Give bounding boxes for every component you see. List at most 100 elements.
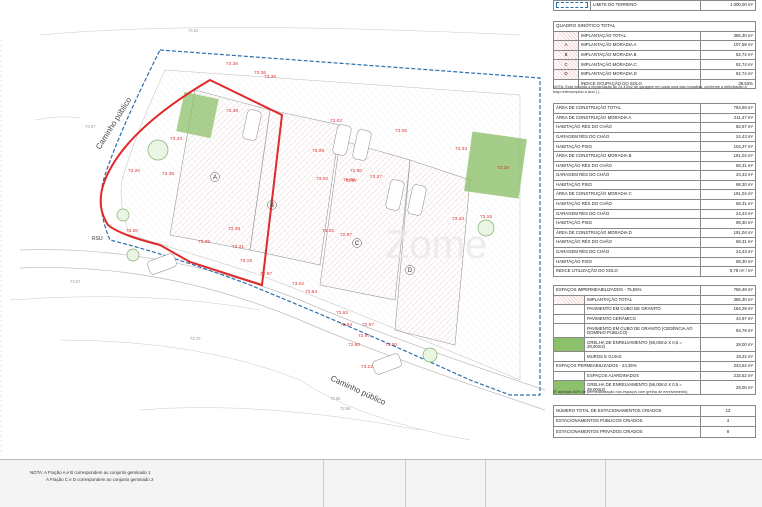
legend-label: LIMITE DO TERRENO xyxy=(590,0,701,11)
construcao-value: 784,59 m² xyxy=(700,103,756,114)
espacos-note: (É aplicado 50% de permeabilização nos e… xyxy=(553,390,688,394)
quadro-key: D xyxy=(553,68,579,80)
construcao-value: 191,04 m² xyxy=(700,189,756,200)
espacos-row: ESPAÇOS AJARDINADOS 215,52 m² xyxy=(553,370,756,382)
legend-table: LIMITE DO TERRENO 1.000,00 m² xyxy=(553,0,756,11)
estacionamento-row: ESTACIONAMENTOS PÚBLICOS CRIADOS 4 xyxy=(553,415,756,427)
espacos-label: ESPAÇOS PERMEABILIZADOS - 24,35% xyxy=(553,360,701,372)
espacos-value: 28,00 m² xyxy=(700,337,756,353)
elevation-label: 72.97 xyxy=(358,333,370,339)
elevation-label: 72.97 xyxy=(260,271,272,277)
quadro-value: 92,74 m² xyxy=(700,68,756,80)
contour-label: 73.57 xyxy=(70,279,81,284)
elevation-label: 72.92 xyxy=(336,310,348,316)
quadro-row: B IMPLANTAÇÃO MORADIA B 92,74 m² xyxy=(553,49,756,61)
espacos-value: 215,52 m² xyxy=(700,370,756,382)
quadro-value: 385,30 m² xyxy=(700,30,756,42)
construcao-row: HABITAÇÃO PISO 98,30 m² xyxy=(553,218,756,229)
construcao-row: GARAGEM RÉS DO CHÃO 24,43 m² xyxy=(553,208,756,220)
elevation-label: 73.22 xyxy=(361,364,373,370)
construcao-row: ÁREA DE CONSTRUÇÃO MORADIA B 191,04 m² xyxy=(553,150,756,162)
construcao-row: HABITAÇÃO RÉS DO CHÃO 68,31 m² xyxy=(553,160,756,172)
quadro-value: 92,74 m² xyxy=(700,49,756,61)
espacos-swatch xyxy=(553,313,585,325)
espacos-swatch xyxy=(553,370,585,382)
espacos-swatch xyxy=(553,294,585,306)
construcao-table: ÁREA DE CONSTRUÇÃO TOTAL 784,59 m² ÁREA DE… xyxy=(553,103,756,277)
estacionamento-label: ESTACIONAMENTOS PRIVADOS CRIADOS xyxy=(553,426,701,438)
construcao-row: GARAGEM RÉS DO CHÃO 24,43 m² xyxy=(553,170,756,181)
espacos-swatch xyxy=(553,337,585,353)
construcao-label: HABITAÇÃO PISO xyxy=(553,141,701,152)
quadro-value: 107,58 m² xyxy=(700,40,756,51)
construcao-label: GARAGEM RÉS DO CHÃO xyxy=(553,208,701,220)
elevation-label: 73.00 xyxy=(385,342,397,348)
elevation-label: 73.20 xyxy=(128,168,140,174)
construcao-label: HABITAÇÃO RÉS DO CHÃO xyxy=(553,237,701,248)
estacionamento-label: ESTACIONAMENTOS PÚBLICOS CRIADOS xyxy=(553,415,701,427)
estacionamento-row: NÚMERO TOTAL DE ESTACIONAMENTOS CRIADOS 1… xyxy=(553,405,756,417)
elevation-label: 73.38 xyxy=(226,108,238,114)
espacos-label: ESPAÇOS IMPERMEABILIZADOS - 75,65% xyxy=(553,285,701,296)
elevation-label: 72.60 xyxy=(348,342,360,348)
construcao-row: ÁREA DE CONSTRUÇÃO MORADIA A 211,47 m² xyxy=(553,112,756,124)
quadro-label: IMPLANTAÇÃO MORADIA B xyxy=(578,49,701,61)
contour-label: 72.56 xyxy=(340,406,351,411)
elevation-label: 73.06 xyxy=(395,128,407,134)
street-label-bottom: Caminho público xyxy=(329,374,387,408)
construcao-label: GARAGEM RÉS DO CHÃO xyxy=(553,131,701,143)
construcao-value: 68,31 m² xyxy=(700,237,756,248)
elevation-label: 73.20 xyxy=(126,228,138,234)
construcao-row: GARAGEM RÉS DO CHÃO 24,43 m² xyxy=(553,131,756,143)
construcao-row: HABITAÇÃO PISO 104,37 m² xyxy=(553,141,756,152)
construcao-value: 191,04 m² xyxy=(700,150,756,162)
elevation-label: 73.02 xyxy=(316,176,328,182)
elevation-label: 73.33 xyxy=(170,136,182,142)
construcao-value: 24,43 m² xyxy=(700,246,756,258)
quadro-key: C xyxy=(553,59,579,70)
construcao-label: ÍNDICE UTILIZAÇÃO DO SOLO xyxy=(553,266,701,277)
espacos-label: ESPAÇOS AJARDINADOS xyxy=(584,370,701,382)
espacos-label: IMPLANTAÇÃO TOTAL xyxy=(584,294,701,306)
construcao-row: GARAGEM RÉS DO CHÃO 24,43 m² xyxy=(553,246,756,258)
elevation-label: 72.84 xyxy=(340,322,352,328)
espacos-row: PAVIMENTO EM CUBO DE GRANITO (CEDÊNCIA A… xyxy=(553,323,756,339)
construcao-row: ÁREA DE CONSTRUÇÃO MORADIA C 191,04 m² xyxy=(553,189,756,200)
construcao-value: 24,43 m² xyxy=(700,131,756,143)
elevation-label: 73.02 xyxy=(322,228,334,234)
espacos-value: 756,48 m² xyxy=(700,285,756,296)
construcao-value: 0,78 m² / m² xyxy=(700,266,756,277)
espacos-row: MUROS E GUIAS 19,22 m² xyxy=(553,351,756,362)
footer-note-2: A Fração C e D correspondem ao conjunto … xyxy=(46,477,154,482)
espacos-swatch xyxy=(553,323,585,339)
construcao-row: ÍNDICE UTILIZAÇÃO DO SOLO 0,78 m² / m² xyxy=(553,266,756,277)
dashed-line-swatch xyxy=(556,2,588,9)
construcao-row: HABITAÇÃO PISO 98,30 m² xyxy=(553,179,756,191)
quadro-label: IMPLANTAÇÃO TOTAL xyxy=(578,30,701,42)
espacos-label: GRELHA DE ENRELVAMENTO (56,00m2 X 0,5 = … xyxy=(584,337,701,353)
espacos-label: PAVIMENTO CERÂMICO xyxy=(584,313,701,325)
title-block: NOTA: A Fração A e B correspondem ao con… xyxy=(0,459,762,507)
elevation-label: 73.27 xyxy=(370,174,382,180)
elevation-label: 73.18 xyxy=(240,258,252,264)
quadro-row: D IMPLANTAÇÃO MORADIA D 92,74 m² xyxy=(553,68,756,80)
construcao-value: 24,43 m² xyxy=(700,170,756,181)
construcao-label: HABITAÇÃO RÉS DO CHÃO xyxy=(553,198,701,210)
estacionamento-value: 4 xyxy=(700,415,756,427)
espacos-label: PAVIMENTO EM CUBO DE GRANITO (CEDÊNCIA A… xyxy=(584,323,701,339)
construcao-row: HABITAÇÃO RÉS DO CHÃO 68,31 m² xyxy=(553,237,756,248)
site-plan: A B C D Caminho público Caminho público … xyxy=(0,27,545,455)
lot-label-d: D xyxy=(408,268,413,274)
espacos-row: PAVIMENTO EM CUBO DE GRANITO 184,28 m² xyxy=(553,304,756,315)
construcao-value: 82,67 m² xyxy=(700,122,756,133)
construcao-value: 24,43 m² xyxy=(700,208,756,220)
espacos-row: PAVIMENTO CERÂMICO 44,97 m² xyxy=(553,313,756,325)
espacos-value: 385,30 m² xyxy=(700,294,756,306)
elevation-label: 72.97 xyxy=(362,322,374,328)
espacos-value: 184,28 m² xyxy=(700,304,756,315)
elevation-label: 73.02 xyxy=(292,281,304,287)
elevation-label: 73.33 xyxy=(452,216,464,222)
espacos-row: GRELHA DE ENRELVAMENTO (56,00m2 X 0,5 = … xyxy=(553,337,756,353)
quadro-label: IMPLANTAÇÃO MORADIA D xyxy=(578,68,701,80)
quadro-key: B xyxy=(553,49,579,61)
